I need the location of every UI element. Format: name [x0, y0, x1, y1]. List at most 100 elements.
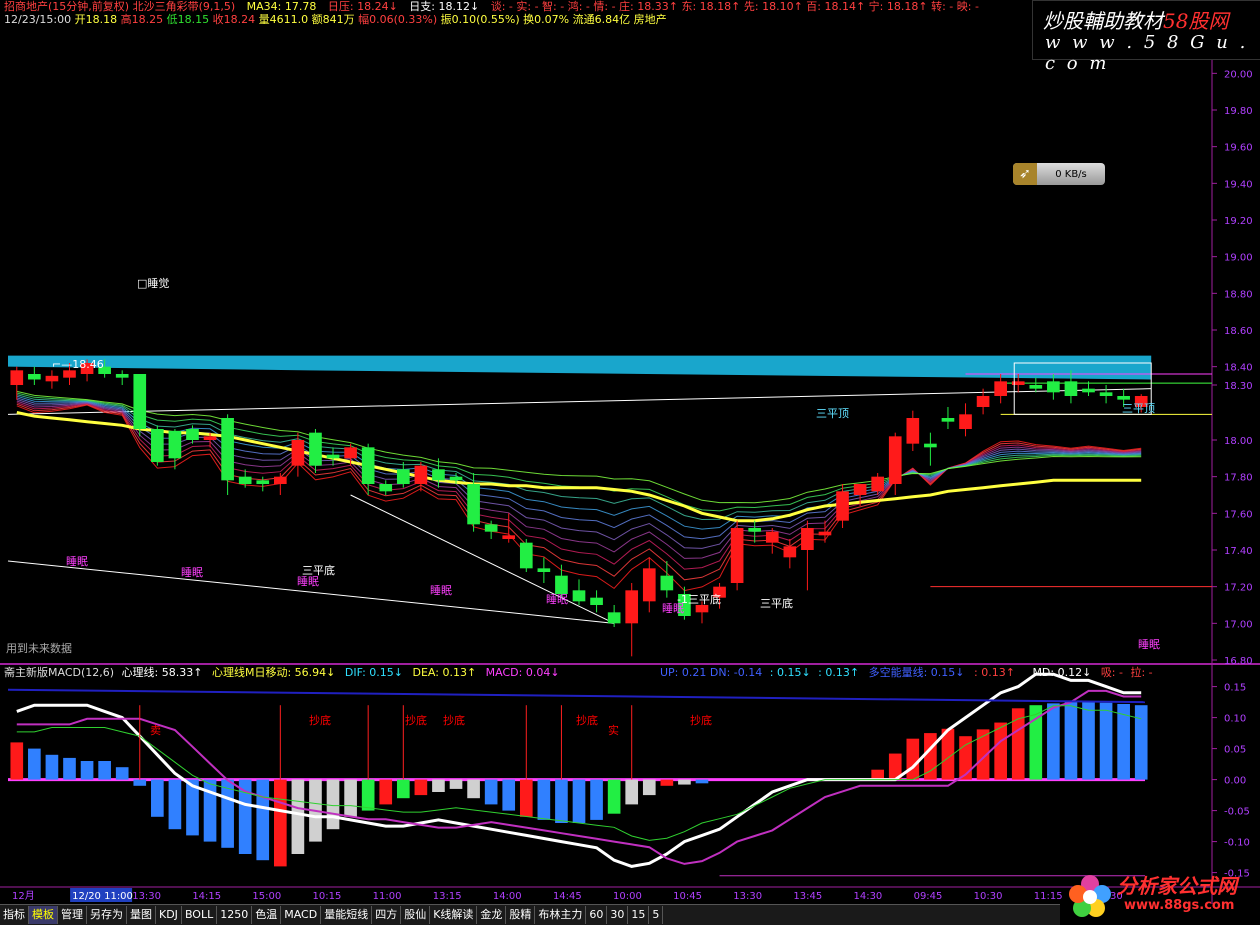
price-tick-label: 17.20 [1224, 583, 1253, 594]
low-mark: 睡眠 [662, 602, 684, 615]
candle-body [590, 597, 603, 605]
toolbar-item[interactable]: 指标 [0, 906, 29, 924]
xi-value: 吸: - [1100, 666, 1123, 679]
dif-value: DIF: 0.15↓ [344, 666, 403, 679]
time-axis-label: 13:15 [433, 891, 462, 902]
toolbar-item[interactable]: MACD [281, 906, 322, 924]
macd-value: MACD: 0.04↓ [485, 666, 560, 679]
toolbar-item[interactable]: 金龙 [477, 906, 507, 924]
macd-bar [572, 779, 586, 823]
price-tick-label: 19.60 [1224, 143, 1253, 154]
candle-body [765, 531, 779, 543]
toolbar-item[interactable]: 1250 [217, 906, 253, 924]
toolbar-item[interactable]: KDJ [156, 906, 182, 924]
toolbar-item[interactable]: 布林主力 [535, 906, 587, 924]
macd-bar [63, 757, 76, 780]
ma34-value: MA34: 17.78 [246, 0, 317, 13]
buy-tag: 抄底 [576, 714, 598, 727]
macd-bar [449, 779, 463, 789]
macd-tick-label: 0.15 [1224, 683, 1246, 694]
macd-tick-label: -0.05 [1224, 807, 1250, 818]
heart-ma: 心理线M日移动: 56.94↓ [211, 666, 336, 679]
toolbar-item[interactable]: 四方 [372, 906, 402, 924]
macd-bar [994, 722, 1007, 780]
toolbar-item[interactable]: 另存为 [87, 906, 127, 924]
candle-body [396, 469, 410, 484]
header-line-1: 招商地产(15分钟,前复权) 北沙三角彩带(9,1,5) MA34: 17.78… [4, 0, 979, 13]
md-value: MD: 0.12↓ [1032, 666, 1092, 679]
candle-body [976, 396, 990, 407]
toolbar-item[interactable]: 管理 [58, 906, 87, 924]
macd-bar [678, 779, 691, 785]
time-axis-label: 10:00 [613, 891, 642, 902]
toolbar-item[interactable]: 量图 [127, 906, 156, 924]
toolbar-item[interactable]: 模板 [29, 906, 58, 924]
close-price: 收18.24 [212, 13, 256, 26]
candle-body [379, 484, 393, 492]
macd-bar [642, 779, 656, 796]
time-axis-label: 13:45 [793, 891, 822, 902]
turnover: 换0.07% [523, 13, 570, 26]
toolbar-item[interactable]: BOLL [182, 906, 218, 924]
price-band [8, 355, 1152, 380]
toolbar-item[interactable]: 股仙 [401, 906, 431, 924]
macd-bar [607, 779, 621, 814]
candle-body [730, 528, 744, 583]
macd-bar [519, 779, 533, 817]
candle-body [1082, 388, 1095, 393]
change: 幅0.06(0.33%) [358, 13, 438, 26]
toolbar-item[interactable]: 30 [607, 906, 629, 924]
macd-bar [1064, 702, 1078, 780]
macd-bar [625, 779, 639, 805]
sector: 房地产 [633, 13, 667, 26]
v3: : 0.13↑ [974, 666, 1015, 679]
ribbon-line [16, 402, 1142, 570]
candle-body [151, 429, 164, 462]
toolbar-item[interactable]: K线解读 [430, 906, 478, 924]
macd-bar [379, 779, 393, 805]
macd-bar [361, 779, 375, 811]
toolbar-item[interactable]: 量能短线 [321, 906, 373, 924]
header-line-2: 12/23/15:00 开18.18 高18.25 低18.15 收18.24 … [4, 13, 667, 26]
macd-bar [291, 779, 305, 854]
macd-bar [555, 779, 568, 823]
toolbar-item[interactable]: 15 [628, 906, 650, 924]
time-axis-label: 09:45 [914, 891, 943, 902]
triple-top-label-2: 三平顶 [1122, 402, 1155, 415]
toolbar-item[interactable]: 5 [649, 906, 664, 924]
macd-bar [115, 767, 129, 780]
candle-body [449, 476, 463, 481]
candle-body [572, 590, 586, 602]
low-price: 低18.15 [166, 13, 210, 26]
volume: 量4611.0 [258, 13, 309, 26]
candle-body [836, 491, 849, 521]
candle-body [45, 375, 59, 382]
low-mark: 睡眠 [297, 575, 319, 588]
macd-bar [80, 761, 94, 780]
low-mark: 睡眠 [66, 555, 88, 568]
future-data-note: 用到未来数据 [6, 642, 72, 655]
candle-body [801, 528, 814, 550]
network-speed-badge[interactable]: ➶ 0 KB/s [1013, 163, 1105, 185]
toolbar-item[interactable]: 60 [586, 906, 608, 924]
candle-body [203, 436, 217, 440]
candle-body [115, 374, 129, 378]
candle-body [1099, 392, 1113, 396]
macd-bar [273, 779, 287, 867]
time-axis-label: 10:30 [974, 891, 1003, 902]
blue-band-line [7, 688, 1146, 704]
candle-body [361, 447, 375, 484]
triple-bottom-label-3: 三平底 [760, 597, 793, 610]
ribbon-line [16, 397, 1142, 540]
price-tick-label: 17.00 [1224, 619, 1253, 630]
candle-body [607, 612, 621, 624]
candle-body [502, 535, 516, 539]
toolbar-item[interactable]: 色温 [252, 906, 282, 924]
macd-header: 斋主新版MACD(12,6) 心理线: 58.33↑ 心理线M日移动: 56.9… [4, 666, 560, 679]
price-tick-label: 19.80 [1224, 106, 1253, 117]
toolbar-item[interactable]: 股精 [506, 906, 536, 924]
time-axis-label: 15:00 [252, 891, 281, 902]
low-mark: 睡眠 [181, 566, 203, 579]
la-value: 拉: - [1130, 666, 1153, 679]
macd-bar [484, 779, 498, 805]
